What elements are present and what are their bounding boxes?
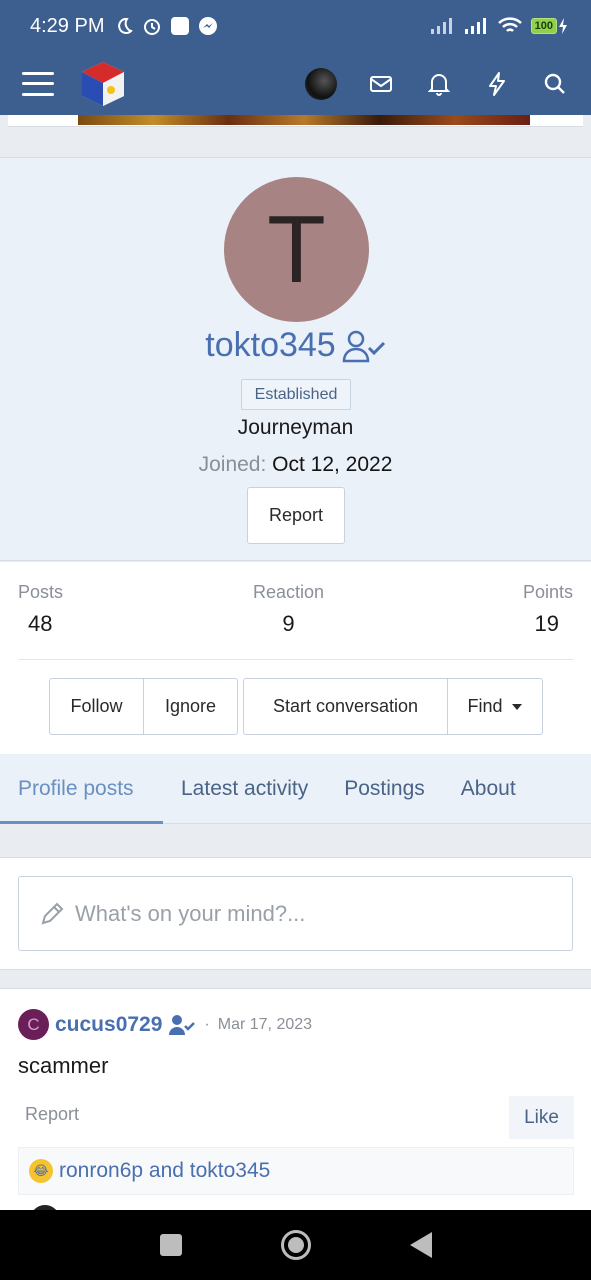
profile-post: C cucus0729 · Mar 17, 2023 scammer Repor… [0, 988, 591, 1235]
stat-points[interactable]: Points 19 [523, 582, 573, 637]
app-square-icon [171, 17, 190, 35]
follow-ignore-group: Follow Ignore [49, 678, 238, 735]
user-title-badge: Established [241, 379, 351, 410]
status-icons-left [114, 16, 218, 36]
post-author-avatar[interactable]: C [18, 1009, 49, 1040]
stat-reaction[interactable]: Reaction 9 [253, 582, 324, 637]
battery-icon: 100 [530, 17, 569, 35]
divider [18, 659, 574, 660]
joined-label: Joined: [198, 453, 267, 476]
stat-label: Posts [18, 582, 64, 602]
report-button[interactable]: Report [247, 487, 345, 544]
composer-area: What's on your mind?... [0, 857, 591, 970]
status-composer-input[interactable]: What's on your mind?... [18, 876, 573, 951]
follow-button[interactable]: Follow [50, 679, 143, 734]
start-conversation-button[interactable]: Start conversation [244, 679, 447, 734]
banner-image [78, 115, 530, 125]
conversation-find-group: Start conversation Find [243, 678, 543, 735]
post-author[interactable]: cucus0729 [55, 1013, 162, 1037]
stat-value: 48 [28, 611, 53, 636]
status-time: 4:29 PM [30, 14, 105, 37]
post-date[interactable]: Mar 17, 2023 [218, 1016, 312, 1034]
back-icon[interactable] [409, 1232, 432, 1258]
lightning-icon[interactable] [483, 70, 511, 98]
app-bar [0, 52, 591, 115]
status-icons-right: 100 [429, 16, 569, 36]
ignore-button[interactable]: Ignore [143, 679, 237, 734]
post-body: scammer [18, 1053, 109, 1078]
moon-icon [118, 17, 134, 34]
joined-date: Oct 12, 2022 [272, 453, 393, 476]
status-bar: 4:29 PM 100 [0, 0, 591, 52]
joined-line: Joined: Oct 12, 2022 [0, 453, 591, 477]
stat-posts[interactable]: Posts 48 [18, 582, 63, 637]
verified-user-icon [342, 330, 385, 362]
tab-latest-activity[interactable]: Latest activity [163, 754, 326, 824]
like-button[interactable]: Like [509, 1096, 574, 1139]
recents-icon[interactable] [159, 1234, 182, 1256]
username-text[interactable]: tokto345 [205, 326, 335, 365]
profile-tabs: Profile posts Latest activity Postings A… [0, 754, 591, 824]
hamburger-icon[interactable] [22, 71, 54, 96]
search-icon[interactable] [541, 70, 569, 98]
tab-postings[interactable]: Postings [326, 754, 443, 824]
user-rank: Journeyman [237, 416, 354, 439]
stat-label: Reaction [253, 582, 325, 602]
profile-stats: Posts 48 Reaction 9 Points 19 Follow Ign… [0, 562, 591, 754]
verified-user-icon [169, 1014, 196, 1035]
messenger-icon [199, 17, 218, 35]
tab-about[interactable]: About [443, 754, 534, 824]
bell-icon[interactable] [425, 70, 453, 98]
post-report-link[interactable]: Report [25, 1104, 79, 1125]
profile-header: T tokto345 Established Journeyman Joined… [0, 157, 591, 561]
home-icon[interactable] [280, 1230, 311, 1260]
app-bar-actions [305, 67, 569, 100]
reactions-bar[interactable]: 😂 ronron6p and tokto345 [18, 1147, 574, 1195]
find-dropdown-button[interactable]: Find [447, 679, 542, 734]
laugh-emoji-icon: 😂 [29, 1159, 53, 1183]
inbox-icon[interactable] [367, 70, 395, 98]
banner-card [8, 115, 583, 127]
stat-label: Points [522, 582, 573, 602]
signal-icon-2 [464, 18, 486, 34]
profile-avatar[interactable]: T [224, 177, 369, 322]
charging-icon [559, 18, 567, 34]
tab-profile-posts[interactable]: Profile posts [0, 754, 163, 824]
reactions-text: ronron6p and tokto345 [59, 1159, 271, 1182]
stat-value: 19 [534, 611, 559, 636]
composer-placeholder: What's on your mind?... [75, 900, 306, 926]
find-label: Find [467, 696, 503, 716]
stat-value: 9 [282, 611, 295, 636]
battery-level: 100 [530, 18, 557, 34]
site-logo[interactable] [78, 59, 128, 109]
alarm-icon [144, 19, 161, 35]
banner-area [0, 115, 591, 143]
post-separator: · [204, 1015, 210, 1033]
profile-username: tokto345 [0, 326, 591, 365]
system-nav-bar [0, 1210, 591, 1280]
user-avatar[interactable] [305, 67, 337, 100]
caret-down-icon [511, 703, 522, 710]
pencil-icon [41, 902, 64, 924]
post-header: C cucus0729 · Mar 17, 2023 [18, 1009, 312, 1040]
wifi-icon [497, 17, 522, 32]
signal-icon [430, 18, 452, 34]
